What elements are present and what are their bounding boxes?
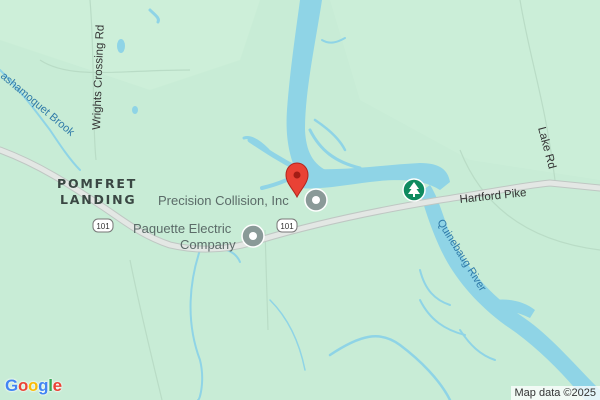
poi-label-line1: Paquette Electric: [133, 221, 232, 236]
route-shield: 101: [92, 218, 114, 233]
tree-icon[interactable]: [402, 178, 426, 202]
place-label-line2: LANDING: [60, 192, 136, 207]
poi-circle-icon: [241, 224, 265, 248]
pond: [117, 39, 125, 53]
logo-letter: o: [28, 376, 39, 395]
logo-letter: e: [52, 376, 62, 395]
route-shield: 101: [276, 218, 298, 233]
place-label-pomfret-landing[interactable]: POMFRET LANDING: [57, 176, 137, 207]
place-label-line1: POMFRET: [57, 176, 137, 191]
poi-label: Precision Collision, Inc: [158, 193, 289, 208]
route-shield-label: 101: [96, 222, 110, 231]
logo-letter: o: [17, 376, 29, 395]
logo-letter: g: [38, 376, 49, 395]
map-attribution[interactable]: Map data ©2025: [510, 386, 600, 400]
route-shield-label: 101: [280, 222, 294, 231]
poi-circle-icon: [304, 188, 328, 212]
logo-letter: G: [5, 376, 18, 395]
pond: [132, 106, 138, 114]
google-logo[interactable]: Google: [5, 376, 62, 396]
poi-label-line2: Company: [180, 237, 236, 252]
map-canvas[interactable]: POMFRET LANDING 101 101 Hartford Pike La…: [0, 0, 600, 400]
